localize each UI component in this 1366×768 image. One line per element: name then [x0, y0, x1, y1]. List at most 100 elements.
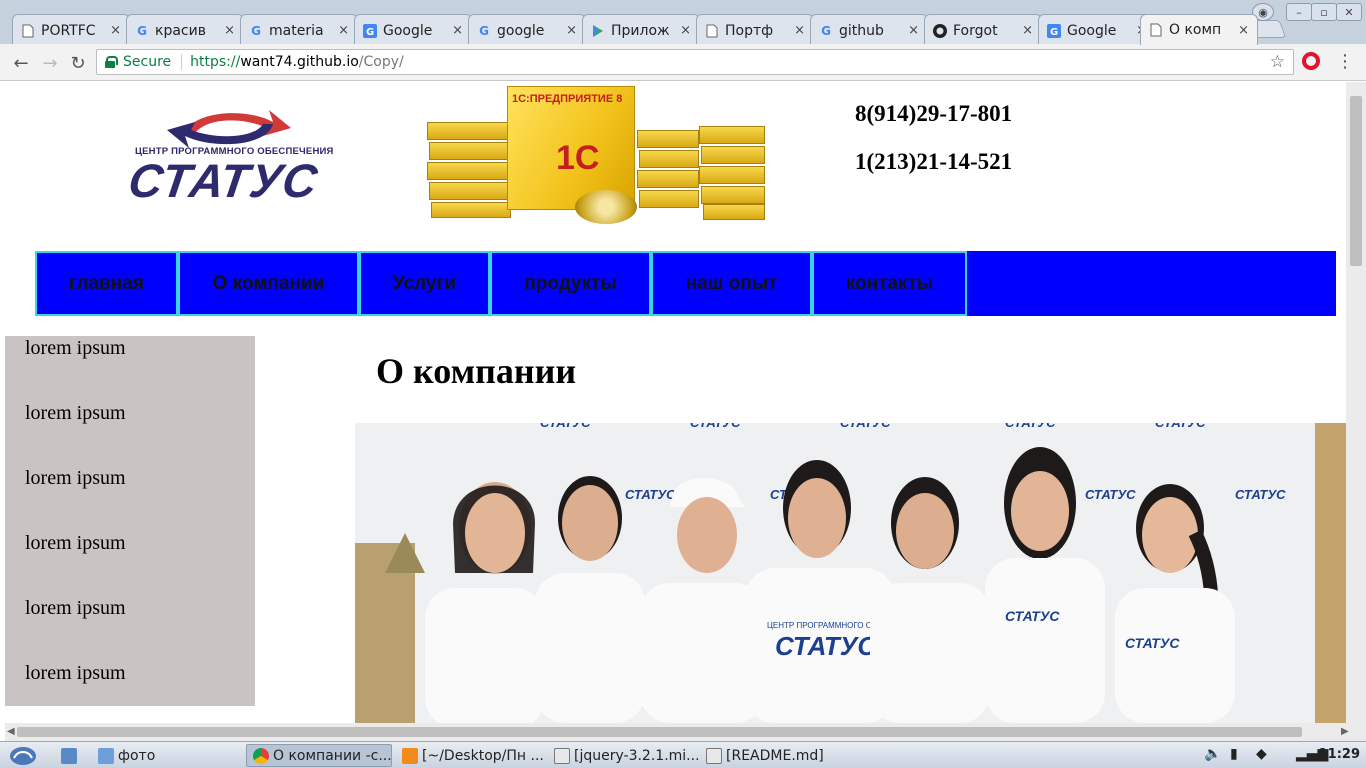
os-taskbar: фото О компании -с... [~/Desktop/Пн ... …: [0, 741, 1366, 768]
tab-search-material[interactable]: G materia ×: [240, 14, 358, 46]
team-photo-illustration: СТАТУС СТАТУС СТАТУС СТАТУС СТАТУС СТАТУ…: [355, 423, 1346, 723]
tab-google-translate[interactable]: G Google ×: [354, 14, 472, 46]
status-logo[interactable]: ЦЕНТР ПРОГРАММНОГО ОБЕСПЕЧЕНИЯ СТАТУС: [123, 102, 343, 212]
clock[interactable]: 11:29: [1319, 747, 1360, 762]
google-icon: G: [821, 23, 831, 38]
nav-item-contacts[interactable]: контакты: [812, 251, 967, 316]
taskbar-item-readme[interactable]: [README.md]: [700, 744, 850, 767]
taskbar-item-label: фото: [118, 747, 156, 764]
close-icon[interactable]: ×: [110, 23, 121, 38]
main-nav: главная О компании Услуги продукты наш о…: [35, 251, 1336, 316]
github-icon: [933, 23, 947, 38]
bookmark-star-icon[interactable]: ☆: [1270, 52, 1285, 72]
url-host: want74.github.io: [240, 54, 359, 70]
tab-search-github[interactable]: G github ×: [810, 14, 928, 46]
tab-portfolio-2[interactable]: Портф ×: [696, 14, 814, 46]
close-icon[interactable]: ×: [452, 23, 463, 38]
nav-item-experience[interactable]: наш опыт: [651, 251, 812, 316]
page-viewport: ЦЕНТР ПРОГРАММНОГО ОБЕСПЕЧЕНИЯ СТАТУС 1С…: [5, 82, 1346, 723]
page-icon: [1149, 23, 1163, 37]
folder-icon: [98, 747, 114, 764]
menu-dots-icon[interactable]: ⋮: [1336, 52, 1354, 72]
cd-disc-icon: [575, 190, 637, 224]
play-store-icon: [591, 24, 605, 38]
nav-item-about[interactable]: О компании: [178, 251, 359, 316]
scroll-thumb[interactable]: [17, 727, 1302, 737]
text-file-icon: [706, 747, 722, 764]
chrome-icon: [253, 747, 269, 764]
taskbar-item-chrome[interactable]: О компании -с...: [246, 744, 392, 767]
horizontal-scrollbar[interactable]: ◀ ▶: [5, 723, 1366, 741]
sidebar-item[interactable]: lorem ipsum: [25, 337, 126, 360]
minimize-button[interactable]: –: [1286, 3, 1312, 21]
taskbar-item-jquery[interactable]: [jquery-3.2.1.mi...: [548, 744, 698, 767]
shirt-logo: СТАТУС: [1125, 635, 1180, 651]
scroll-right-icon[interactable]: ▶: [1341, 726, 1349, 737]
tab-o-kompanii[interactable]: О комп ×: [1140, 14, 1258, 45]
sidebar-item[interactable]: lorem ipsum: [25, 532, 126, 555]
sidebar-item[interactable]: lorem ipsum: [25, 597, 126, 620]
logo-wordmark: СТАТУС: [125, 154, 322, 207]
product-boxes-image: 1С:ПРЕДПРИЯТИЕ 8 1С: [425, 86, 770, 226]
volume-icon[interactable]: 🔈: [1204, 746, 1221, 762]
maximize-button[interactable]: ▫: [1311, 3, 1337, 21]
google-translate-icon: G: [363, 23, 377, 38]
logo-arrows-icon: [167, 110, 291, 148]
nav-item-products[interactable]: продукты: [490, 251, 651, 316]
start-menu-button[interactable]: [2, 744, 42, 767]
shirt-logo: СТАТУС: [1005, 608, 1060, 624]
forward-arrow-icon[interactable]: →: [39, 52, 61, 74]
google-icon: G: [479, 23, 489, 38]
tab-search-google[interactable]: G google ×: [468, 14, 586, 46]
backdrop-logo: СТАТУС: [625, 487, 676, 502]
google-icon: G: [251, 23, 261, 38]
text-file-icon: [554, 747, 570, 764]
close-icon[interactable]: ×: [680, 23, 691, 38]
address-bar[interactable]: Secure https://want74.github.io/Copy/ ☆: [96, 49, 1294, 75]
window-close-button[interactable]: ✕: [1336, 3, 1362, 21]
back-arrow-icon[interactable]: ←: [10, 52, 32, 74]
tab-play-store[interactable]: Прилож ×: [582, 14, 700, 46]
url-path: /Copy/: [358, 54, 404, 70]
close-icon[interactable]: ×: [1022, 23, 1033, 38]
tab-google-translate-2[interactable]: G Google ×: [1038, 14, 1156, 46]
nav-item-home[interactable]: главная: [35, 251, 178, 316]
taskbar-item-sublime[interactable]: [~/Desktop/Пн ...: [396, 744, 546, 767]
reload-icon[interactable]: ↻: [67, 52, 89, 74]
nav-item-services[interactable]: Услуги: [359, 251, 490, 316]
tab-title: О комп: [1169, 22, 1222, 38]
tab-title: Google: [383, 22, 433, 39]
sidebar-item[interactable]: lorem ipsum: [25, 467, 126, 490]
dropbox-icon[interactable]: ◆: [1256, 746, 1267, 762]
scroll-left-icon[interactable]: ◀: [7, 726, 15, 737]
vertical-scrollbar[interactable]: [1346, 82, 1366, 723]
backdrop-logo: СТАТУС: [690, 423, 741, 430]
lock-icon: [105, 56, 118, 68]
backdrop-logo: СТАТУС: [1005, 423, 1056, 430]
tab-portfolio[interactable]: PORTFC ×: [12, 14, 130, 46]
tab-github-forgot[interactable]: Forgot ×: [924, 14, 1042, 46]
sidebar-item[interactable]: lorem ipsum: [25, 402, 126, 425]
show-desktop-button[interactable]: [55, 744, 85, 767]
opera-extension-icon[interactable]: [1302, 52, 1320, 70]
tab-search-krasivye[interactable]: G красив ×: [126, 14, 244, 46]
scroll-thumb[interactable]: [1350, 96, 1362, 266]
backdrop-logo: СТАТУС: [840, 423, 891, 430]
close-icon[interactable]: ×: [794, 23, 805, 38]
battery-icon[interactable]: ▮: [1230, 746, 1238, 762]
close-icon[interactable]: ×: [566, 23, 577, 38]
taskbar-item-foto[interactable]: фото: [92, 744, 242, 767]
close-icon[interactable]: ×: [338, 23, 349, 38]
close-icon[interactable]: ×: [908, 23, 919, 38]
backdrop-logo: СТАТУС: [540, 423, 591, 430]
sidebar-item[interactable]: lorem ipsum: [25, 662, 126, 685]
close-icon[interactable]: ×: [224, 23, 235, 38]
taskbar-item-label: [~/Desktop/Пн ...: [422, 747, 544, 764]
page-icon: [21, 24, 35, 38]
taskbar-item-label: О компании -с...: [273, 747, 392, 764]
page-title: О компании: [376, 351, 577, 391]
phone-block: 8(914)29-17-801 1(213)21-14-521: [855, 100, 1012, 196]
phone-number-2: 1(213)21-14-521: [855, 149, 1013, 174]
close-icon[interactable]: ×: [1238, 23, 1249, 38]
google-icon: G: [137, 23, 147, 38]
